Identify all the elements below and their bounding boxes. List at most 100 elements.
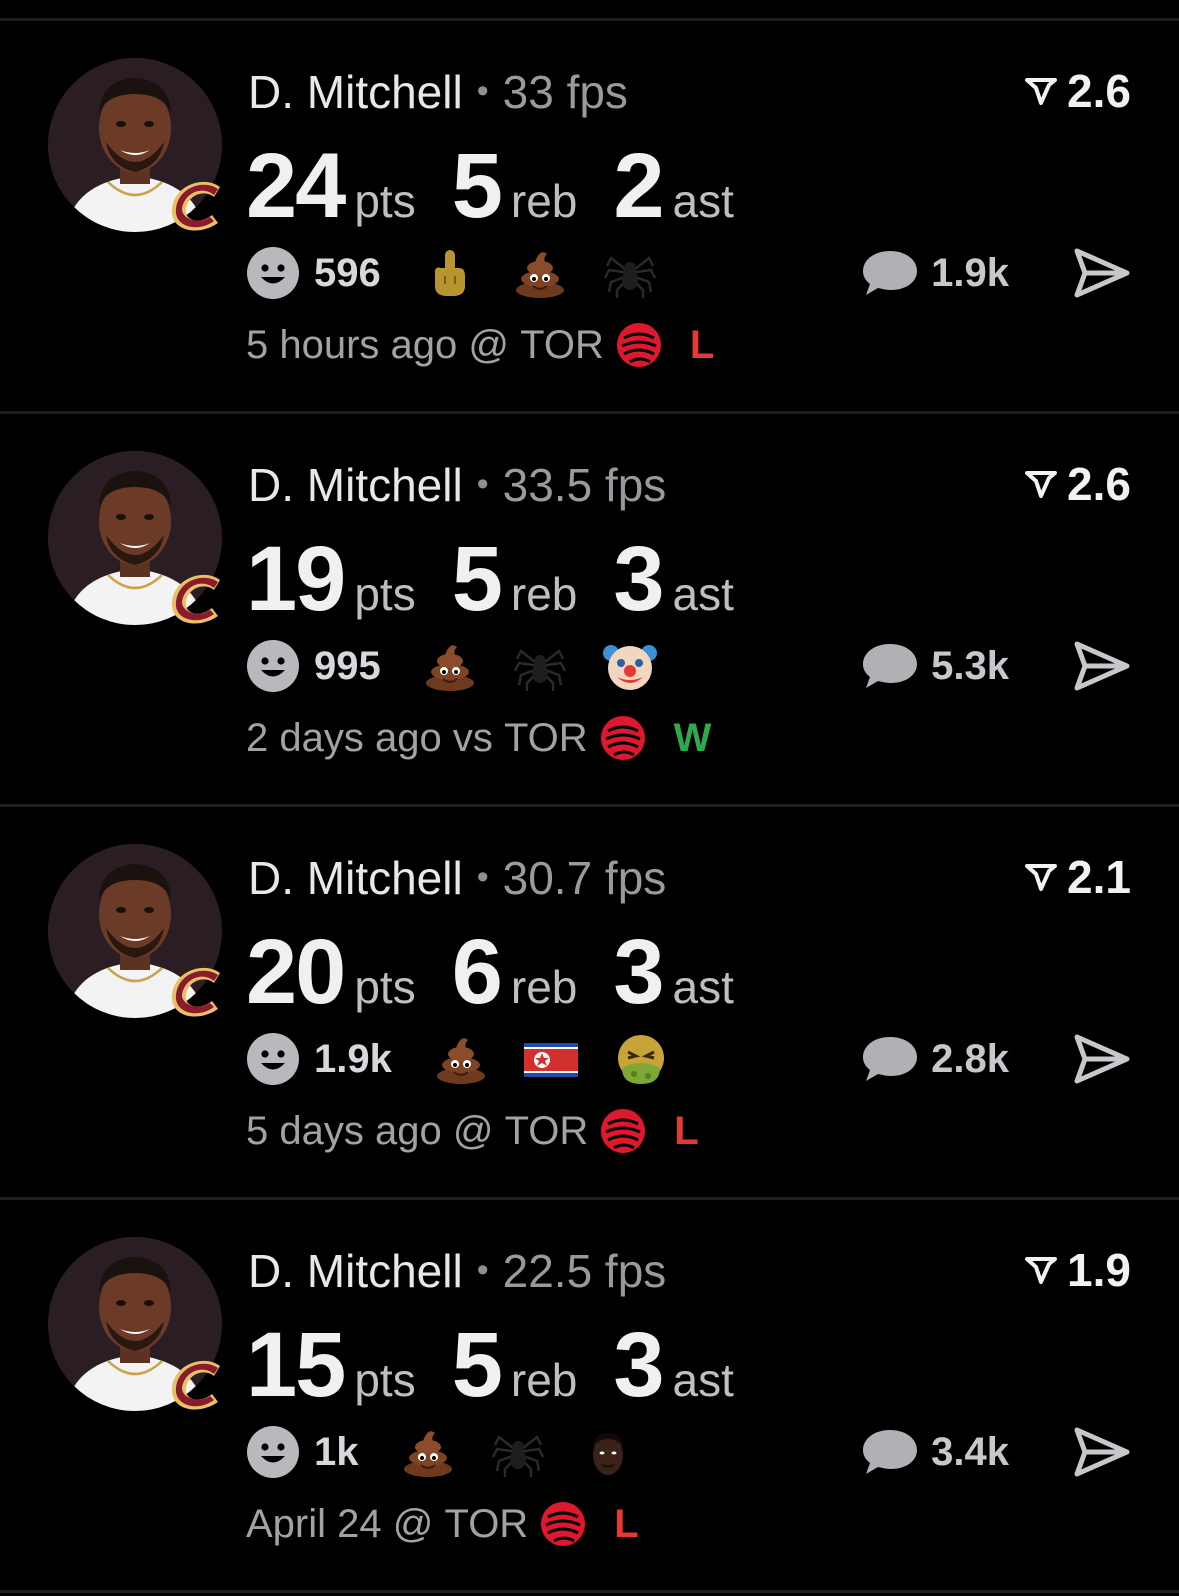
poop-emoji[interactable] xyxy=(434,1032,488,1086)
reactions-bar[interactable]: 1k xyxy=(246,1421,671,1483)
fantasy-points: 33 fps xyxy=(502,66,628,118)
opponent-abbr: TOR xyxy=(504,1109,589,1153)
cavaliers-logo xyxy=(171,967,220,1017)
opponent-abbr: TOR xyxy=(444,1502,529,1546)
send-icon[interactable] xyxy=(1073,1033,1131,1085)
player-face-emoji[interactable] xyxy=(581,1425,635,1479)
rebounds-value: 5 xyxy=(451,528,503,630)
smiley-icon[interactable] xyxy=(246,246,300,300)
smiley-icon[interactable] xyxy=(246,639,300,693)
game-info[interactable]: April 24 @ TOR L xyxy=(246,1498,639,1550)
stat-line: 15 pts 5 reb 3 ast xyxy=(246,1313,770,1418)
chat-bubble-icon xyxy=(863,1037,918,1081)
rebounds-label: reb xyxy=(510,568,578,620)
smiley-icon[interactable] xyxy=(246,1032,300,1086)
comments-button[interactable]: 1.9k xyxy=(861,242,1009,304)
separator-dot: • xyxy=(476,72,489,110)
player-name-row: D. Mitchell • 22.5 fps xyxy=(248,1242,666,1299)
points-label: pts xyxy=(354,568,416,620)
game-card[interactable]: D. Mitchell • 22.5 fps 1.9 15 pts 5 reb 3 ast… xyxy=(0,1200,1179,1593)
rebounds-label: reb xyxy=(510,175,578,227)
send-icon[interactable] xyxy=(1073,640,1131,692)
stat-line: 24 pts 5 reb 2 ast xyxy=(246,134,770,239)
player-name[interactable]: D. Mitchell xyxy=(248,459,463,511)
reaction-count: 596 xyxy=(314,250,381,295)
game-card[interactable]: D. Mitchell • 33.5 fps 2.6 19 pts 5 reb 3 ast… xyxy=(0,414,1179,807)
assists-label: ast xyxy=(672,568,734,620)
send-icon[interactable] xyxy=(1073,1426,1131,1478)
fantasy-points: 30.7 fps xyxy=(502,852,667,904)
stat-line: 19 pts 5 reb 3 ast xyxy=(246,527,770,632)
venue-indicator: vs xyxy=(452,716,493,760)
game-result: L xyxy=(689,323,715,367)
points-value: 15 xyxy=(246,1314,346,1416)
game-time: April 24 xyxy=(246,1502,382,1546)
rebounds-value: 6 xyxy=(451,921,503,1023)
comment-count: 5.3k xyxy=(931,643,1009,688)
cavaliers-logo xyxy=(171,181,220,231)
raptors-logo xyxy=(541,1502,586,1546)
poop-emoji[interactable] xyxy=(401,1425,455,1479)
nauseated-face-emoji[interactable] xyxy=(614,1032,668,1086)
player-name[interactable]: D. Mitchell xyxy=(248,66,463,118)
rating-badge: 2.6 xyxy=(1023,63,1131,119)
north-korea-flag-emoji[interactable] xyxy=(523,1032,578,1086)
game-feed: D. Mitchell • 33 fps 2.6 24 pts 5 reb 2 ast 5… xyxy=(0,21,1179,1593)
separator-dot: • xyxy=(476,1251,489,1289)
reactions-bar[interactable]: 596 xyxy=(246,242,693,304)
points-label: pts xyxy=(354,1354,416,1406)
game-time: 5 days ago xyxy=(246,1109,442,1153)
opponent-abbr: TOR xyxy=(520,323,604,367)
reaction-count: 1.9k xyxy=(314,1036,392,1081)
game-result: L xyxy=(614,1502,639,1546)
raptors-logo xyxy=(616,323,661,367)
fantasy-points: 22.5 fps xyxy=(502,1245,667,1297)
game-time: 5 hours ago xyxy=(246,323,458,367)
player-name[interactable]: D. Mitchell xyxy=(248,852,463,904)
opponent-abbr: TOR xyxy=(503,716,588,760)
rating-badge: 2.6 xyxy=(1023,456,1131,512)
fantasy-points: 33.5 fps xyxy=(502,459,667,511)
cavaliers-logo xyxy=(171,1360,220,1410)
raptors-logo xyxy=(601,1109,646,1153)
fantasy-rating-icon xyxy=(1025,864,1058,891)
poop-emoji[interactable] xyxy=(423,639,477,693)
chat-bubble-icon xyxy=(863,1430,918,1474)
game-info[interactable]: 5 days ago @ TOR L xyxy=(246,1105,699,1157)
assists-label: ast xyxy=(672,175,734,227)
comments-button[interactable]: 3.4k xyxy=(861,1421,1009,1483)
smiley-icon[interactable] xyxy=(246,1425,300,1479)
send-icon[interactable] xyxy=(1073,247,1131,299)
player-name[interactable]: D. Mitchell xyxy=(248,1245,463,1297)
comments-button[interactable]: 5.3k xyxy=(861,635,1009,697)
reactions-bar[interactable]: 995 xyxy=(246,635,693,697)
assists-value: 2 xyxy=(613,135,664,237)
comment-count: 2.8k xyxy=(931,1036,1009,1081)
chat-bubble-icon xyxy=(863,644,918,688)
rating-value: 1.9 xyxy=(1067,1244,1131,1296)
middle-finger-emoji[interactable] xyxy=(423,246,477,300)
comment-count: 3.4k xyxy=(931,1429,1009,1474)
stat-line: 20 pts 6 reb 3 ast xyxy=(246,920,770,1025)
spider-emoji[interactable] xyxy=(513,639,567,693)
reactions-bar[interactable]: 1.9k xyxy=(246,1028,704,1090)
venue-indicator: @ xyxy=(452,1109,494,1153)
game-info[interactable]: 2 days ago vs TOR W xyxy=(246,712,711,764)
spider-emoji[interactable] xyxy=(491,1425,545,1479)
fantasy-rating-icon xyxy=(1025,78,1058,105)
game-card[interactable]: D. Mitchell • 30.7 fps 2.1 20 pts 6 reb 3 ast… xyxy=(0,807,1179,1200)
clown-emoji[interactable] xyxy=(602,639,657,693)
separator-dot: • xyxy=(476,858,489,896)
rebounds-value: 5 xyxy=(451,1314,503,1416)
points-label: pts xyxy=(354,175,416,227)
spider-emoji[interactable] xyxy=(603,246,657,300)
reaction-emojis xyxy=(423,639,693,693)
reaction-emojis xyxy=(434,1032,704,1086)
raptors-logo xyxy=(600,716,645,760)
game-card[interactable]: D. Mitchell • 33 fps 2.6 24 pts 5 reb 2 ast 5… xyxy=(0,21,1179,414)
venue-indicator: @ xyxy=(392,1502,434,1546)
poop-emoji[interactable] xyxy=(513,246,567,300)
points-value: 20 xyxy=(246,921,346,1023)
game-info[interactable]: 5 hours ago @ TOR L xyxy=(246,319,714,371)
comments-button[interactable]: 2.8k xyxy=(861,1028,1009,1090)
